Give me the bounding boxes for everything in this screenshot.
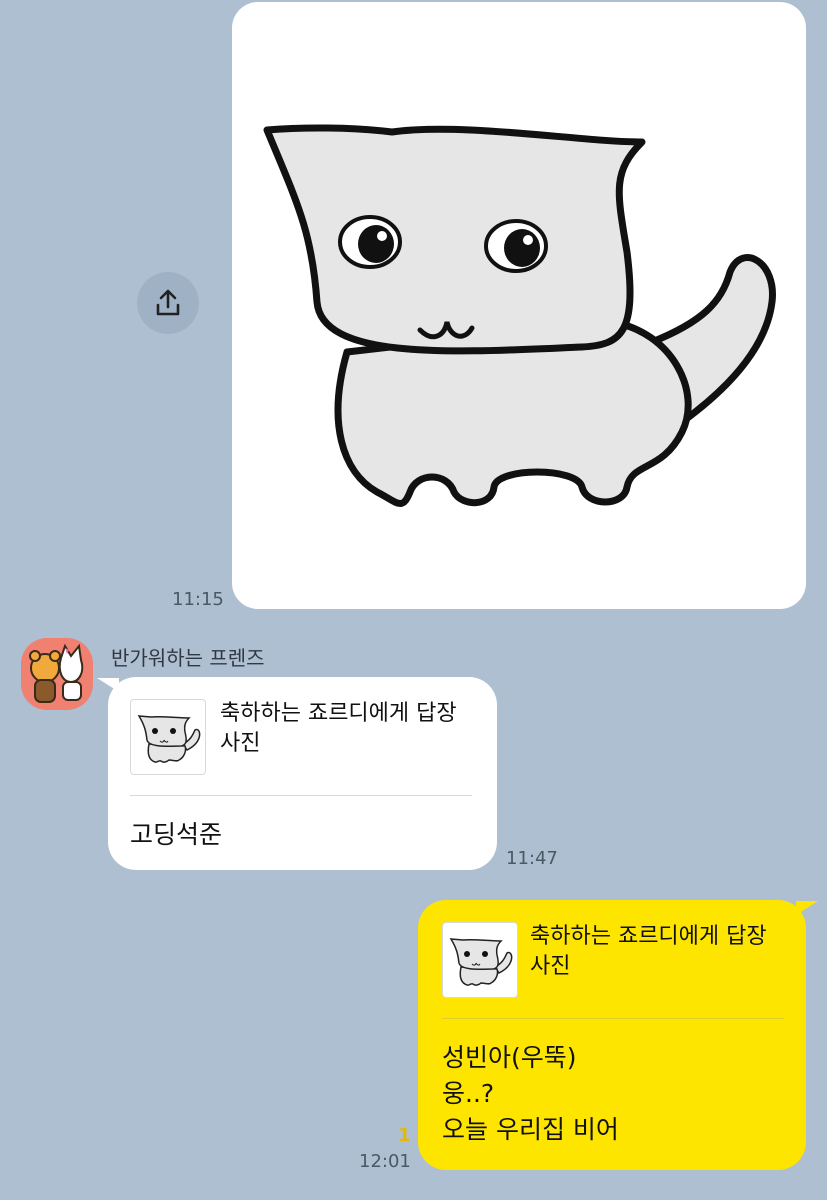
incoming-message-time: 11:47 [506,848,558,869]
sender-avatar[interactable] [21,638,93,710]
sender-name[interactable]: 반가워하는 프렌즈 [111,642,265,671]
reply-title-line2: 사진 [530,954,571,979]
outgoing-message-line: 성빈아(우뚝) [442,1043,577,1072]
incoming-message-bubble[interactable]: 축하하는 죠르디에게 답장 사진 고딩석준 [108,677,497,870]
reply-divider [442,1018,784,1019]
incoming-message-text: 고딩석준 [130,820,223,849]
reply-title-line1: 축하하는 죠르디에게 답장 [220,701,457,726]
reply-title-line1: 축하하는 죠르디에게 답장 [530,924,767,949]
share-upload-icon [156,289,180,316]
cat-thumbnail-image [449,938,513,986]
share-button[interactable] [137,272,199,334]
unread-count: 1 [398,1125,411,1146]
outgoing-message-time: 12:01 [359,1151,411,1172]
friends-characters-icon [29,643,84,703]
cat-thumbnail-image [137,715,201,763]
reply-title-line2: 사진 [220,731,261,756]
reply-thumbnail [442,922,518,998]
photo-message[interactable] [232,2,806,609]
outgoing-message-line: 웅..? [442,1079,495,1108]
outgoing-message-line: 오늘 우리집 비어 [442,1115,619,1144]
photo-message-time: 11:15 [172,589,224,610]
cat-drawing-image [263,124,776,507]
reply-thumbnail [130,699,206,775]
reply-divider [130,795,472,796]
outgoing-message-bubble[interactable]: 축하하는 죠르디에게 답장 사진 성빈아(우뚝) 웅..? 오늘 우리집 비어 [418,900,806,1170]
